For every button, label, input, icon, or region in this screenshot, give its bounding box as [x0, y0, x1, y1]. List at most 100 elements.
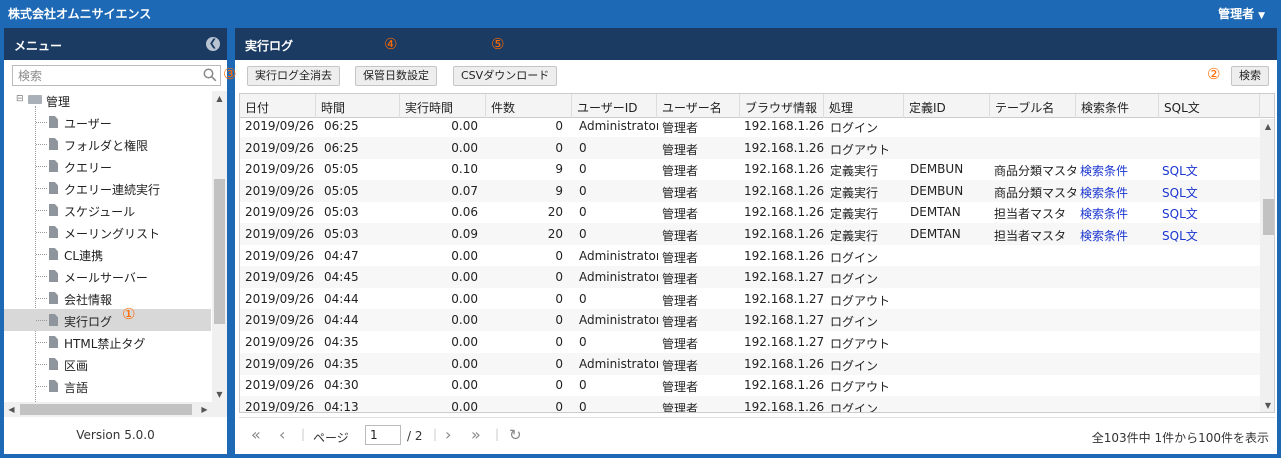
scroll-right-icon[interactable]: ▶ [197, 402, 212, 417]
scrollbar-thumb[interactable] [20, 404, 192, 415]
table-row[interactable]: 2019/09/26 05:05 0.07 9 0 管理者 192.168.1.26 M 定義… [240, 179, 1260, 202]
sidebar-horizontal-scrollbar[interactable]: ◀ ▶ [4, 402, 227, 417]
table-cell: ログイン [830, 401, 879, 413]
page-number-input[interactable] [365, 425, 401, 445]
sidebar-item[interactable]: 会社情報 [4, 287, 211, 309]
sidebar-item[interactable]: 言語 [4, 375, 211, 397]
column-header[interactable]: 定義ID [904, 94, 990, 118]
column-header[interactable]: テーブル名 [990, 94, 1076, 118]
table-cell-link[interactable] [1080, 331, 1158, 353]
table-cell-link[interactable] [1162, 245, 1260, 267]
collapse-node-icon[interactable]: ⊟ [16, 94, 24, 104]
sidebar-item[interactable]: メールサーバー [4, 265, 211, 287]
table-cell-link[interactable]: 検索条件 [1080, 180, 1158, 202]
table-cell-link[interactable] [1162, 353, 1260, 375]
retention-days-button[interactable]: 保管日数設定 [355, 66, 437, 86]
sidebar-item[interactable]: HTML禁止タグ [4, 331, 211, 353]
table-row[interactable]: 2019/09/26 04:47 0.00 0 Administrator 管理者 192.… [240, 245, 1260, 267]
table-cell-link[interactable]: SQL文 [1162, 223, 1260, 245]
table-cell-link[interactable]: 検索条件 [1080, 223, 1158, 245]
table-vertical-scrollbar[interactable]: ▲ ▼ [1260, 119, 1274, 412]
scroll-up-icon[interactable]: ▲ [212, 91, 227, 106]
scroll-left-icon[interactable]: ◀ [4, 402, 19, 417]
table-cell-link[interactable] [1080, 353, 1158, 375]
column-header[interactable]: 時間 [316, 94, 400, 118]
table-cell-link[interactable] [1080, 266, 1158, 288]
table-cell-link[interactable]: SQL文 [1162, 158, 1260, 180]
table-row[interactable]: 2019/09/26 05:03 0.09 20 0 管理者 192.168.1.26 M 定… [240, 223, 1260, 245]
clear-log-button[interactable]: 実行ログ全消去 [247, 66, 340, 86]
table-row[interactable]: 2019/09/26 05:03 0.06 20 0 管理者 192.168.1.26 M 定… [240, 201, 1260, 223]
sidebar-vertical-scrollbar[interactable]: ▲ ▼ [212, 91, 227, 402]
column-header[interactable]: 件数 [486, 94, 572, 118]
table-cell-link[interactable] [1162, 396, 1260, 412]
last-page-icon[interactable]: » [471, 425, 481, 444]
table-row[interactable]: 2019/09/26 04:35 0.00 0 Administrator 管理者 192.… [240, 352, 1260, 375]
table-cell-link[interactable] [1162, 288, 1260, 310]
column-header[interactable]: 日付 [240, 94, 316, 118]
sidebar-item[interactable]: ユーザー [4, 111, 211, 133]
csv-download-button[interactable]: CSVダウンロード [453, 66, 558, 86]
column-header[interactable]: 処理 [824, 94, 904, 118]
table-cell-link[interactable] [1080, 309, 1158, 331]
table-cell-link[interactable] [1080, 288, 1158, 310]
table-cell-link[interactable] [1162, 119, 1260, 137]
sidebar-item[interactable]: 実行ログ [4, 309, 211, 331]
table-cell-link[interactable] [1162, 137, 1260, 159]
previous-page-icon[interactable]: ‹ [279, 425, 285, 444]
sidebar-item[interactable]: CL連携 [4, 243, 211, 265]
scrollbar-thumb[interactable] [214, 179, 225, 324]
next-page-icon[interactable]: › [445, 425, 451, 444]
table-cell-link[interactable] [1080, 374, 1158, 396]
table-row[interactable]: 2019/09/26 04:44 0.00 0 Administrator 管理者 192.… [240, 309, 1260, 332]
table-cell: 04:44 [324, 291, 359, 306]
sidebar-item[interactable]: メーリングリスト [4, 221, 211, 243]
search-button[interactable]: 検索 [1231, 66, 1269, 86]
table-cell-link[interactable] [1080, 119, 1158, 137]
document-icon [49, 270, 58, 282]
user-menu[interactable]: 管理者 ▼ [1218, 5, 1265, 22]
table-row[interactable]: 2019/09/26 06:25 0.00 0 0 管理者 192.168.1.26 M ログ… [240, 136, 1260, 159]
column-header[interactable]: 検索条件 [1076, 94, 1159, 118]
table-cell-link[interactable]: 検索条件 [1080, 201, 1158, 223]
table-cell: ログイン [830, 315, 879, 330]
search-icon[interactable] [203, 68, 217, 82]
menu-search-input[interactable] [13, 66, 193, 85]
table-row[interactable]: 2019/09/26 04:30 0.00 0 0 管理者 192.168.1.26 M ログ… [240, 374, 1260, 396]
table-row[interactable]: 2019/09/26 04:44 0.00 0 0 管理者 192.168.1.27 M ログ… [240, 288, 1260, 310]
table-cell-link[interactable] [1080, 396, 1158, 412]
column-header[interactable]: SQL文 [1159, 94, 1260, 118]
table-cell-link[interactable] [1162, 266, 1260, 288]
table-row[interactable]: 2019/09/26 05:05 0.10 9 0 管理者 192.168.1.26 M 定義… [240, 158, 1260, 180]
sidebar-item[interactable]: 区画 [4, 353, 211, 375]
collapse-sidebar-icon[interactable]: ❮ [206, 37, 220, 51]
table-cell: 06:25 [324, 140, 359, 155]
table-cell-link[interactable] [1162, 309, 1260, 331]
scrollbar-thumb[interactable] [1263, 199, 1274, 235]
sidebar-item[interactable]: フォルダと権限 [4, 133, 211, 155]
table-cell-link[interactable] [1162, 374, 1260, 396]
column-header[interactable]: ユーザーID [572, 94, 657, 118]
sidebar-item[interactable]: スケジュール [4, 199, 211, 221]
table-row[interactable]: 2019/09/26 06:25 0.00 0 Administrator 管理者 192.… [240, 119, 1260, 137]
refresh-icon[interactable]: ↻ [509, 426, 522, 444]
sidebar-item[interactable]: クエリー [4, 155, 211, 177]
table-row[interactable]: 2019/09/26 04:13 0.00 0 0 管理者 192.168.1.26 M ログ… [240, 395, 1260, 413]
table-cell-link[interactable] [1162, 331, 1260, 353]
table-cell-link[interactable]: 検索条件 [1080, 158, 1158, 180]
table-cell-link[interactable] [1080, 245, 1158, 267]
column-header[interactable]: ブラウザ情報 [740, 94, 824, 118]
scroll-down-icon[interactable]: ▼ [1260, 398, 1274, 412]
table-cell-link[interactable]: SQL文 [1162, 201, 1260, 223]
column-header[interactable]: ユーザー名 [657, 94, 740, 118]
sidebar-item[interactable]: クエリー連続実行 [4, 177, 211, 199]
first-page-icon[interactable]: « [251, 425, 261, 444]
table-row[interactable]: 2019/09/26 04:45 0.00 0 Administrator 管理者 192.… [240, 266, 1260, 289]
scroll-down-icon[interactable]: ▼ [212, 387, 227, 402]
table-cell-link[interactable] [1080, 137, 1158, 159]
table-row[interactable]: 2019/09/26 04:35 0.00 0 0 管理者 192.168.1.27 M ログ… [240, 331, 1260, 353]
table-cell-link[interactable]: SQL文 [1162, 180, 1260, 202]
scroll-up-icon[interactable]: ▲ [1260, 119, 1274, 135]
column-header[interactable]: 実行時間 [400, 94, 486, 118]
table-cell: 9 [555, 162, 563, 177]
